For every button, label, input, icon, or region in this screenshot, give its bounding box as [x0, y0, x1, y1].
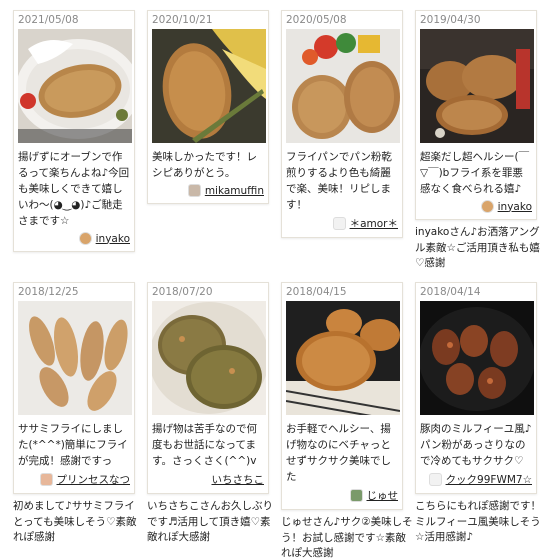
report-photo[interactable] — [152, 29, 266, 143]
user-avatar-icon[interactable] — [39, 473, 53, 486]
author-link[interactable]: inyako — [498, 201, 532, 213]
report-author[interactable]: inyako — [416, 197, 536, 219]
report-author[interactable]: ＊amor＊ — [282, 213, 402, 237]
report-card-3: 2019/04/30 超楽だし超ヘルシー(￣▽￣)bフライ系を罪悪感なく食べられ… — [415, 10, 540, 272]
report-photo[interactable] — [18, 301, 132, 415]
report-comment: 超楽だし超ヘルシー(￣▽￣)bフライ系を罪悪感なく食べられる嬉♪ — [420, 151, 530, 195]
report-photo[interactable] — [152, 301, 266, 415]
author-link[interactable]: いちさちこ — [212, 472, 265, 487]
report-comment: 豚肉のミルフィーユ風♪パン粉があっさりなので冷めてもサクサク♡ — [420, 423, 532, 467]
report-comment: 揚げずにオーブンで作るって楽ちんよね♪今回も美味しくできて嬉しいわ〜(◕‿◕)♪… — [18, 151, 130, 227]
report-card-1: 2020/10/21 美味しかったです！レシピありがとう。 mikamuffin — [147, 10, 269, 204]
report-comment: 美味しかったです！レシピありがとう。 — [152, 151, 257, 179]
user-avatar-icon[interactable] — [349, 489, 363, 502]
report-author[interactable]: mikamuffin — [148, 181, 268, 203]
author-reply: じゅせさん♪サク②美味しそう！お試し感謝です☆素敵れぽ大感謝 — [281, 516, 413, 558]
report-card-2: 2020/05/08 フライパンでパン粉乾煎りするより色も綺麗で楽、美味！リピし… — [281, 10, 403, 238]
report-date: 2019/04/30 — [420, 14, 481, 26]
report-photo[interactable] — [286, 29, 400, 143]
author-link[interactable]: ＊amor＊ — [350, 216, 398, 231]
user-avatar-icon[interactable] — [78, 232, 92, 245]
report-date: 2021/05/08 — [18, 14, 79, 26]
report-date: 2020/10/21 — [152, 14, 213, 26]
report-card-5: 2018/07/20 揚げ物は苦手なので何度もお世話になってます。さっくさく(^… — [147, 282, 273, 546]
report-author[interactable]: じゅせ — [282, 485, 402, 509]
report-photo[interactable] — [420, 29, 534, 143]
report-date: 2018/07/20 — [152, 286, 213, 298]
report-date: 2018/04/15 — [286, 286, 347, 298]
user-avatar-icon[interactable] — [187, 184, 201, 197]
user-avatar-icon[interactable] — [480, 200, 494, 213]
author-link[interactable]: inyako — [96, 233, 130, 245]
author-link[interactable]: じゅせ — [367, 488, 399, 503]
author-reply: いちさちこさんお久しぶりです♬活用して頂き嬉♡素敵れぽ大感謝 — [147, 500, 273, 543]
report-date: 2018/04/14 — [420, 286, 481, 298]
report-card-6: 2018/04/15 お手軽でヘルシー、揚げ物なのにベチャっとせずサクサク美味で… — [281, 282, 413, 558]
report-photo[interactable] — [18, 29, 132, 143]
user-avatar-icon[interactable] — [332, 217, 346, 230]
report-author[interactable]: inyako — [14, 229, 134, 251]
report-comment: お手軽でヘルシー、揚げ物なのにベチャっとせずサクサク美味でした — [286, 423, 391, 483]
report-date: 2020/05/08 — [286, 14, 347, 26]
report-author[interactable]: クック99FWM7☆ — [416, 469, 536, 493]
author-link[interactable]: mikamuffin — [205, 185, 264, 197]
report-card-0: 2021/05/08 揚げずにオーブンで作るって楽ちんよね♪今回も美味しくできて… — [13, 10, 135, 252]
report-comment: 揚げ物は苦手なので何度もお世話になってます。さっくさく(^^)v — [152, 423, 257, 467]
author-reply: こちらにもれぽ感謝です！ミルフィーユ風美味しそう☆活用感謝♪ — [415, 500, 541, 543]
report-card-4: 2018/12/25 ササミフライにしました(*^^*)簡単にフライが完成！感謝… — [13, 282, 137, 546]
report-author[interactable]: プリンセスなつ — [14, 469, 134, 493]
report-card-7: 2018/04/14 豚肉のミルフィーユ風♪パン粉があっさりなので冷めてもサクサ… — [415, 282, 541, 546]
report-comment: フライパンでパン粉乾煎りするより色も綺麗で楽、美味！リピします！ — [286, 151, 392, 211]
author-reply: inyakoさん♪お洒落アングル素敵☆ご活用頂き私も嬉♡感謝 — [415, 226, 540, 269]
report-author[interactable]: いちさちこ — [148, 469, 268, 493]
user-avatar-icon[interactable] — [428, 473, 442, 486]
report-photo[interactable] — [286, 301, 400, 415]
report-comment: ササミフライにしました(*^^*)簡単にフライが完成！感謝ですっ — [18, 423, 128, 467]
author-link[interactable]: プリンセスなつ — [57, 472, 131, 487]
author-link[interactable]: クック99FWM7☆ — [446, 472, 532, 487]
author-reply: 初めまして♪ササミフライとっても美味しそう♡素敵れぽ感謝 — [13, 500, 137, 543]
report-photo[interactable] — [420, 301, 534, 415]
report-date: 2018/12/25 — [18, 286, 79, 298]
